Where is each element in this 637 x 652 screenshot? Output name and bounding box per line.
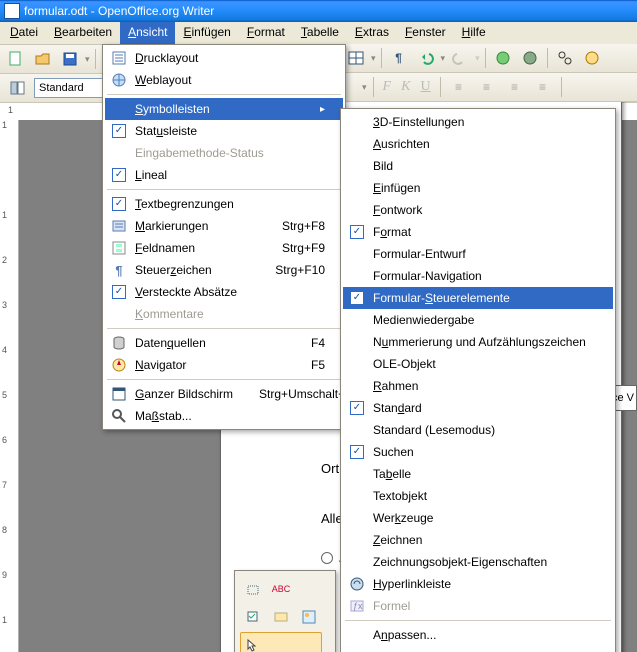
menu-item[interactable]: Anpassen... <box>343 624 613 646</box>
menu-item[interactable]: Formular-Navigation <box>343 265 613 287</box>
menu-item[interactable]: Nummerierung und Aufzählungszeichen <box>343 331 613 353</box>
toolbars-submenu: 3D-EinstellungenAusrichtenBildEinfügenFo… <box>340 108 616 652</box>
menu-item[interactable]: Format <box>343 221 613 243</box>
menu-item[interactable]: FeldnamenStrg+F9 <box>105 237 343 259</box>
menu-item[interactable]: Textobjekt <box>343 485 613 507</box>
menu-item[interactable]: Maßstab... <box>105 405 343 427</box>
menu-item[interactable]: Symbolleisten <box>105 98 343 120</box>
menu-einfügen[interactable]: Einfügen <box>175 22 238 44</box>
menu-ansicht[interactable]: Ansicht <box>120 22 175 44</box>
menu-item[interactable]: Rahmen <box>343 375 613 397</box>
form-select-icon[interactable] <box>240 576 266 602</box>
face-button[interactable] <box>518 46 542 70</box>
bold-button: F <box>383 79 392 95</box>
menu-item[interactable]: NavigatorF5 <box>105 354 343 376</box>
toggle-para-button[interactable]: ¶ <box>387 46 411 70</box>
menu-item[interactable]: Versteckte Absätze <box>105 281 343 303</box>
menu-item[interactable]: Drucklayout <box>105 47 343 69</box>
open-button[interactable] <box>31 47 55 71</box>
menu-item[interactable]: Werkzeuge <box>343 507 613 529</box>
form-abc-icon[interactable]: ABC <box>268 576 294 602</box>
menu-item[interactable]: Statusleiste <box>105 120 343 142</box>
form-pointer-icon[interactable] <box>240 632 322 652</box>
menu-tabelle[interactable]: Tabelle <box>293 22 347 44</box>
form-image-icon[interactable] <box>296 604 322 630</box>
form-controls-toolbar[interactable]: ABC <box>234 570 336 652</box>
titlebar: formular.odt - OpenOffice.org Writer <box>0 0 637 22</box>
menu-item[interactable]: Lineal <box>105 164 343 186</box>
menu-item[interactable]: 3D-Einstellungen <box>343 111 613 133</box>
svg-text:ƒx: ƒx <box>353 601 363 611</box>
title-text: formular.odt - OpenOffice.org Writer <box>24 4 214 18</box>
paragraph-mark-icon <box>627 95 637 105</box>
styles-button[interactable] <box>6 76 30 100</box>
save-button[interactable] <box>58 47 82 71</box>
menu-item[interactable]: Formular-Entwurf <box>343 243 613 265</box>
menu-item[interactable]: Bild <box>343 155 613 177</box>
menu-item[interactable]: Hyperlinkleiste <box>343 573 613 595</box>
menu-item[interactable]: DatenquellenF4 <box>105 332 343 354</box>
redo-button[interactable] <box>448 46 472 70</box>
menu-format[interactable]: Format <box>239 22 293 44</box>
menu-datei[interactable]: Datei <box>2 22 46 44</box>
align-center-button: ≡ <box>475 75 499 99</box>
menu-item[interactable]: ¶SteuerzeichenStrg+F10 <box>105 259 343 281</box>
menu-item[interactable]: Textbegrenzungen <box>105 193 343 215</box>
align-right-button: ≡ <box>503 75 527 99</box>
menu-item: Eingabemethode-Status <box>105 142 343 164</box>
new-doc-button[interactable] <box>4 47 28 71</box>
menu-item[interactable]: Ganzer BildschirmStrg+Umschalt+J <box>105 383 343 405</box>
menu-item[interactable]: Wiederherstellen <box>343 646 613 652</box>
menu-item[interactable]: MarkierungenStrg+F8 <box>105 215 343 237</box>
find-button[interactable] <box>553 46 577 70</box>
menubar: DateiBearbeitenAnsichtEinfügenFormatTabe… <box>0 22 637 45</box>
menu-extras[interactable]: Extras <box>347 22 397 44</box>
menu-item[interactable]: Zeichnungsobjekt-Eigenschaften <box>343 551 613 573</box>
vertical-ruler: 11234567891 <box>0 120 19 652</box>
menu-item[interactable]: Weblayout <box>105 69 343 91</box>
menu-item[interactable]: Medienwiedergabe <box>343 309 613 331</box>
menu-item[interactable]: Standard <box>343 397 613 419</box>
nav-button[interactable] <box>580 46 604 70</box>
menu-item[interactable]: Einfügen <box>343 177 613 199</box>
align-justify-button: ≡ <box>531 75 555 99</box>
table-button[interactable] <box>344 46 368 70</box>
undo-button[interactable] <box>414 46 438 70</box>
menu-item[interactable]: Formular-Steuerelemente <box>343 287 613 309</box>
menu-hilfe[interactable]: Hilfe <box>454 22 494 44</box>
menu-fenster[interactable]: Fenster <box>397 22 454 44</box>
menu-bearbeiten[interactable]: Bearbeiten <box>46 22 120 44</box>
menu-item[interactable]: Suchen <box>343 441 613 463</box>
menu-item[interactable]: Zeichnen <box>343 529 613 551</box>
view-menu: DrucklayoutWeblayout SymbolleistenStatusl… <box>102 44 346 430</box>
menu-item[interactable]: Standard (Lesemodus) <box>343 419 613 441</box>
underline-button: U <box>420 79 430 95</box>
hyperlink-button[interactable] <box>491 46 515 70</box>
menu-item[interactable]: OLE-Objekt <box>343 353 613 375</box>
app-window: formular.odt - OpenOffice.org Writer Dat… <box>0 0 637 652</box>
italic-button: K <box>401 79 410 95</box>
menu-item[interactable]: Tabelle <box>343 463 613 485</box>
app-icon <box>4 3 20 19</box>
menu-item[interactable]: Ausrichten <box>343 133 613 155</box>
form-edit-icon[interactable] <box>268 604 294 630</box>
menu-item[interactable]: Fontwork <box>343 199 613 221</box>
menu-item: Kommentare <box>105 303 343 325</box>
align-left-button: ≡ <box>447 75 471 99</box>
menu-item: ƒxFormel <box>343 595 613 617</box>
form-checkbox-icon[interactable] <box>240 604 266 630</box>
